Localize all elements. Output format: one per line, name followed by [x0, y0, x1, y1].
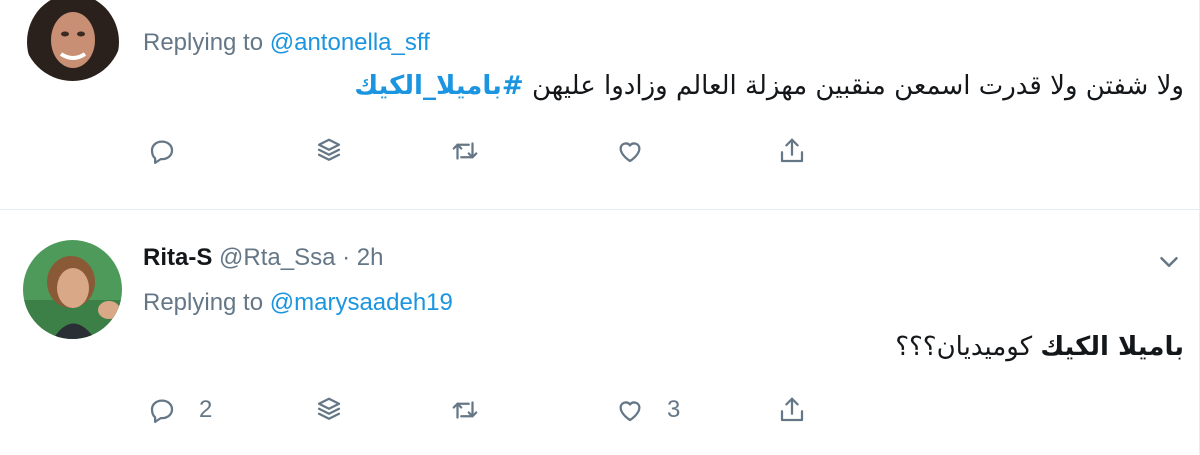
- stack-icon: [317, 397, 341, 420]
- retweet-button[interactable]: [450, 390, 480, 430]
- reply-button[interactable]: 2: [147, 390, 212, 430]
- tweet-divider: [0, 209, 1200, 210]
- replying-to-label: Replying to: [143, 289, 264, 316]
- chevron-down-icon: [1160, 257, 1178, 267]
- stack-button[interactable]: [314, 390, 344, 430]
- avatar[interactable]: [23, 0, 122, 81]
- more-options-button[interactable]: [1154, 247, 1184, 277]
- tweet-text: ولا شفتن ولا قدرت اسمعن منقبين مهزلة الع…: [354, 71, 1184, 101]
- like-icon: [619, 401, 641, 422]
- replying-to-mention[interactable]: @marysaadeh19: [270, 289, 453, 316]
- replying-to: Replying to @antonella_sff: [143, 29, 430, 57]
- hashtag-link[interactable]: #باميلا_الكيك: [354, 71, 523, 101]
- reply-icon: [150, 399, 174, 423]
- retweet-icon: [452, 401, 478, 419]
- like-icon: [619, 142, 641, 163]
- reply-button[interactable]: [147, 131, 177, 171]
- replying-to: Replying to @marysaadeh19: [143, 289, 453, 317]
- replying-to-mention[interactable]: @antonella_sff: [270, 29, 430, 56]
- stack-button[interactable]: [314, 131, 344, 171]
- tweet-actions: [0, 131, 1200, 171]
- avatar[interactable]: [23, 240, 122, 339]
- reply-icon: [150, 140, 174, 164]
- tweet-text-bold: باميلا الكيك: [1040, 332, 1184, 362]
- retweet-icon: [452, 142, 478, 160]
- retweet-button[interactable]: [450, 131, 480, 171]
- share-icon: [780, 397, 804, 422]
- like-button[interactable]: [615, 131, 645, 171]
- stack-icon: [317, 138, 341, 161]
- tweet[interactable]: Rita-S @Rta_Ssa · 2h Replying to @marysa…: [0, 211, 1200, 455]
- replying-to-label: Replying to: [143, 29, 264, 56]
- like-button[interactable]: 3: [615, 390, 680, 430]
- share-icon: [780, 138, 804, 163]
- tweet-text-main: ولا شفتن ولا قدرت اسمعن منقبين مهزلة الع…: [531, 71, 1184, 101]
- tweet-text-rest: كوميديان؟؟؟: [895, 332, 1033, 362]
- handle[interactable]: @Rta_Ssa: [219, 244, 335, 271]
- tweet[interactable]: Replying to @antonella_sff ولا شفتن ولا …: [0, 0, 1200, 210]
- timestamp[interactable]: 2h: [357, 244, 384, 271]
- reply-count: 2: [199, 396, 213, 423]
- display-name[interactable]: Rita-S: [143, 244, 212, 271]
- like-count: 3: [667, 396, 681, 423]
- tweet-header: Rita-S @Rta_Ssa · 2h: [143, 244, 383, 272]
- tweet-actions: 2 3: [0, 390, 1200, 430]
- tweet-text: باميلا الكيك كوميديان؟؟؟: [895, 332, 1184, 362]
- share-button[interactable]: [777, 131, 807, 171]
- separator-dot: ·: [342, 244, 351, 271]
- share-button[interactable]: [777, 390, 807, 430]
